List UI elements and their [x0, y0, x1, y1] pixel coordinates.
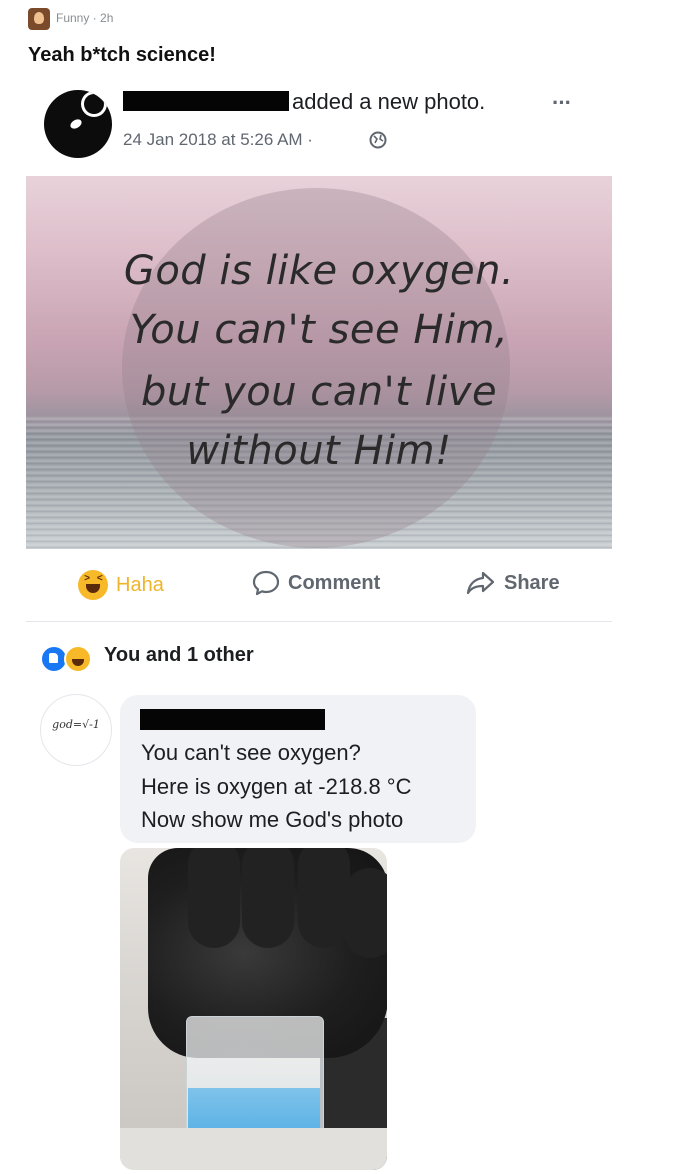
comment-button[interactable]: Comment — [252, 570, 380, 596]
photo-quote-line: without Him! — [186, 428, 452, 474]
glove-finger — [298, 848, 350, 948]
glove-finger — [242, 848, 294, 948]
globe-icon — [369, 131, 387, 149]
subreddit-avatar-icon[interactable] — [28, 8, 50, 30]
photo-quote-line: God is like oxygen. — [123, 248, 515, 294]
comment-photo[interactable] — [120, 848, 387, 1170]
photo-quote-line: You can't see Him, — [129, 307, 509, 353]
share-icon — [466, 571, 495, 595]
post-meta: Funny · 2h — [56, 11, 114, 25]
post-timestamp[interactable]: 24 Jan 2018 at 5:26 AM · — [123, 130, 313, 150]
share-label: Share — [504, 571, 560, 594]
post-action-text: added a new photo. — [292, 89, 486, 114]
comment-text-line: Now show me God's photo — [141, 807, 404, 832]
redacted-commenter-name — [140, 709, 325, 730]
haha-icon — [64, 645, 92, 673]
haha-icon — [78, 570, 108, 600]
repost-title[interactable]: Yeah b*tch science! — [28, 44, 216, 67]
comment-text-line: Here is oxygen at -218.8 °C — [141, 774, 412, 799]
photo-quote-line: but you can't live — [140, 369, 498, 415]
poster-avatar[interactable] — [44, 90, 112, 158]
photo-cloth — [120, 1128, 387, 1170]
divider — [26, 621, 612, 622]
comment-icon — [252, 570, 280, 596]
more-icon[interactable]: ··· — [552, 90, 572, 116]
glove-finger — [188, 848, 240, 948]
share-button[interactable]: Share — [466, 570, 560, 596]
glove-finger — [344, 868, 387, 958]
photo-circle-overlay — [122, 188, 510, 548]
commenter-avatar-text: god=√-1 — [52, 718, 100, 731]
redacted-poster-name — [123, 91, 289, 111]
haha-label: Haha — [116, 573, 164, 596]
haha-button[interactable]: Haha — [78, 570, 164, 600]
post-photo[interactable]: God is like oxygen. You can't see Him, b… — [26, 176, 612, 549]
comment-text-line: You can't see oxygen? — [141, 740, 361, 765]
comment-label: Comment — [288, 571, 381, 594]
reaction-summary[interactable]: You and 1 other — [104, 644, 254, 667]
